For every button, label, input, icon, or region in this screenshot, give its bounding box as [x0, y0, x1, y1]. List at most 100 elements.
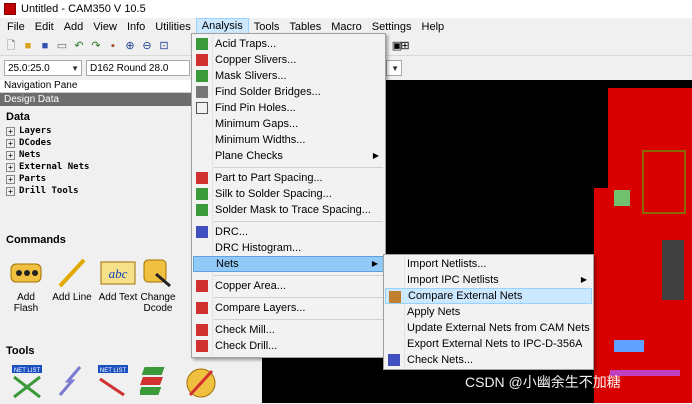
watermark: CSDN @小幽余生不加糖 — [465, 374, 621, 390]
expand-icon[interactable]: + — [6, 138, 15, 148]
coordinate-combo[interactable]: 25.0:25.0 ▼ — [4, 60, 82, 76]
submenu-item-import-ipc-netlists[interactable]: Import IPC Netlists ▶ — [385, 272, 592, 288]
menu-item-find-pin-holes[interactable]: Find Pin Holes... — [193, 100, 384, 116]
app-icon — [4, 3, 16, 15]
menu-item-label: Plane Checks — [215, 150, 283, 162]
undo-icon[interactable]: ↶ — [72, 39, 86, 53]
expand-icon[interactable]: + — [6, 186, 15, 196]
submenu-item-apply-nets[interactable]: Apply Nets — [385, 304, 592, 320]
tree-label: Nets — [19, 150, 41, 160]
submenu-item-import-netlists[interactable]: Import Netlists... — [385, 256, 592, 272]
pcb-via-cluster — [614, 340, 644, 352]
submenu-item-update-external-nets[interactable]: Update External Nets from CAM Nets — [385, 320, 592, 336]
menu-item-minimum-widths[interactable]: Minimum Widths... — [193, 132, 384, 148]
menu-item-label: Compare Layers... — [215, 302, 306, 314]
drc-icon — [196, 226, 208, 238]
silk-spacing-icon — [196, 188, 208, 200]
redo-icon[interactable]: ↷ — [89, 39, 103, 53]
expand-icon[interactable]: + — [6, 150, 15, 160]
menu-item-nets[interactable]: Nets ▶ — [193, 256, 384, 272]
menu-help[interactable]: Help — [417, 19, 450, 36]
menu-item-acid-traps[interactable]: Acid Traps... — [193, 36, 384, 52]
netlist-compare-tool-text: NET LIST — [100, 368, 127, 374]
menu-item-check-mill[interactable]: Check Mill... — [193, 322, 384, 338]
tools-title: Tools — [6, 345, 35, 357]
menu-info[interactable]: Info — [122, 19, 150, 36]
menu-item-label: Find Pin Holes... — [215, 102, 296, 114]
menu-edit[interactable]: Edit — [30, 19, 59, 36]
menu-separator — [214, 221, 383, 222]
zoom-in-icon[interactable]: ⊕ — [123, 39, 137, 53]
add-line-button[interactable]: Add Line — [52, 256, 92, 303]
expand-icon[interactable]: + — [6, 126, 15, 136]
menu-view[interactable]: View — [88, 19, 122, 36]
menu-file[interactable]: File — [2, 19, 30, 36]
lightning-tool-icon[interactable] — [54, 363, 88, 401]
expand-icon[interactable]: + — [6, 162, 15, 172]
copper-area-icon — [196, 280, 208, 292]
menu-item-drc-histogram[interactable]: DRC Histogram... — [193, 240, 384, 256]
menu-utilities[interactable]: Utilities — [150, 19, 195, 36]
menu-item-label: Part to Part Spacing... — [215, 172, 323, 184]
new-file-icon[interactable]: 🗋 — [4, 39, 18, 53]
chevron-down-icon: ▼ — [71, 64, 79, 73]
netlist-compare-tool-icon[interactable]: NET LIST — [96, 363, 130, 401]
menu-item-silk-to-solder-spacing[interactable]: Silk to Solder Spacing... — [193, 186, 384, 202]
add-text-button[interactable]: abc Add Text — [96, 256, 140, 303]
add-text-label: Add Text — [98, 292, 138, 303]
submenu-arrow-icon: ▶ — [371, 259, 378, 268]
mask-slivers-icon — [196, 70, 208, 82]
pin-holes-icon — [196, 102, 208, 114]
menu-item-check-drill[interactable]: Check Drill... — [193, 338, 384, 354]
menu-separator — [214, 167, 383, 168]
pcb-component-outline — [642, 150, 686, 214]
compare-nets-icon — [389, 291, 401, 303]
save-icon[interactable]: ■ — [38, 39, 52, 53]
zoom-window-icon[interactable]: ⊡ — [157, 39, 171, 53]
layer-icon[interactable]: ⊞ — [398, 39, 412, 53]
copper-slivers-icon — [196, 54, 208, 66]
dcode-combo[interactable]: D162 Round 28.0 — [86, 60, 190, 76]
menu-item-label: Minimum Widths... — [215, 134, 306, 146]
open-folder-icon[interactable]: ■ — [21, 39, 35, 53]
menu-item-drc[interactable]: DRC... — [193, 224, 384, 240]
expand-icon[interactable]: + — [6, 174, 15, 184]
submenu-item-check-nets[interactable]: Check Nets... — [385, 352, 592, 368]
menu-item-label: DRC Histogram... — [215, 242, 302, 254]
copy-icon[interactable]: ▪ — [106, 39, 120, 53]
submenu-arrow-icon: ▶ — [372, 151, 379, 160]
add-line-label: Add Line — [52, 292, 92, 303]
menu-separator — [214, 319, 383, 320]
solder-bridges-icon — [196, 86, 208, 98]
print-icon[interactable]: ▭ — [55, 39, 69, 53]
add-flash-button[interactable]: Add Flash — [6, 256, 46, 314]
acid-traps-icon — [196, 38, 208, 50]
menu-item-label: Minimum Gaps... — [215, 118, 299, 130]
no-tool-icon[interactable] — [184, 363, 218, 401]
menu-item-copper-area[interactable]: Copper Area... — [193, 278, 384, 294]
menu-item-label: Check Drill... — [215, 340, 278, 352]
menu-item-label: Check Nets... — [407, 354, 474, 366]
menu-item-label: Copper Slivers... — [215, 54, 297, 66]
menu-add[interactable]: Add — [59, 19, 89, 36]
menu-item-compare-layers[interactable]: Compare Layers... — [193, 300, 384, 316]
menu-item-plane-checks[interactable]: Plane Checks ▶ — [193, 148, 384, 164]
layer-combo-arrow[interactable]: ▼ — [386, 60, 402, 76]
submenu-item-export-external-nets[interactable]: Export External Nets to IPC-D-356A — [385, 336, 592, 352]
menu-item-mask-slivers[interactable]: Mask Slivers... — [193, 68, 384, 84]
zoom-out-icon[interactable]: ⊖ — [140, 39, 154, 53]
menu-item-find-solder-bridges[interactable]: Find Solder Bridges... — [193, 84, 384, 100]
netlist-tool-text: NET LIST — [14, 368, 41, 374]
line-icon — [54, 256, 90, 290]
menu-item-minimum-gaps[interactable]: Minimum Gaps... — [193, 116, 384, 132]
menu-item-copper-slivers[interactable]: Copper Slivers... — [193, 52, 384, 68]
netlist-tool-icon[interactable]: NET LIST — [10, 363, 44, 401]
layers-tool-icon[interactable] — [138, 363, 174, 401]
menu-item-label: Solder Mask to Trace Spacing... — [215, 204, 371, 216]
menu-item-solder-mask-to-trace[interactable]: Solder Mask to Trace Spacing... — [193, 202, 384, 218]
change-dcode-button[interactable]: Change Dcode — [138, 256, 178, 314]
submenu-item-compare-external-nets[interactable]: Compare External Nets — [385, 288, 592, 304]
flash-icon — [8, 256, 44, 290]
menu-item-part-to-part-spacing[interactable]: Part to Part Spacing... — [193, 170, 384, 186]
menu-item-label: Compare External Nets — [408, 290, 523, 302]
